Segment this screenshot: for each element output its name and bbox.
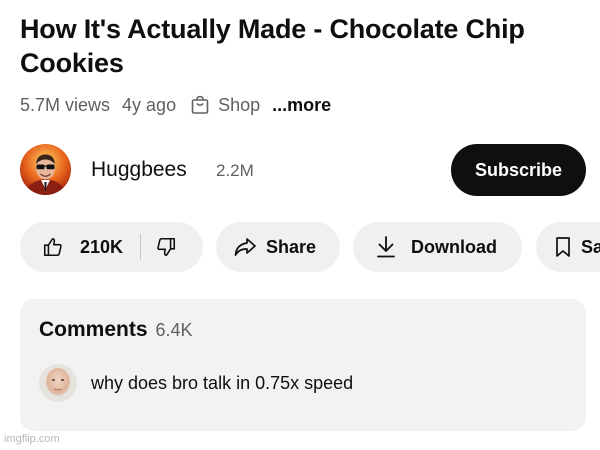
shop-link[interactable]: Shop bbox=[218, 95, 260, 116]
channel-avatar[interactable] bbox=[20, 144, 71, 195]
commenter-avatar[interactable] bbox=[39, 364, 77, 402]
channel-row: Huggbees 2.2M Subscribe bbox=[20, 144, 586, 196]
like-dislike-pill: 210K bbox=[20, 222, 203, 272]
subscriber-count: 2.2M bbox=[216, 161, 254, 180]
share-button[interactable]: Share bbox=[216, 222, 340, 272]
comments-title: Comments bbox=[39, 318, 148, 341]
comments-header: Comments 6.4K bbox=[39, 318, 193, 342]
save-label: Save bbox=[581, 236, 600, 257]
download-button[interactable]: Download bbox=[353, 222, 522, 272]
like-count[interactable]: 210K bbox=[80, 237, 123, 258]
share-arrow-icon bbox=[234, 238, 256, 256]
comments-panel[interactable]: Comments 6.4K why does bro talk in 0.75x… bbox=[20, 299, 586, 431]
share-label: Share bbox=[266, 236, 317, 257]
watermark: imgflip.com bbox=[4, 433, 60, 445]
video-meta: 5.7M views 4y ago Shop ...more bbox=[20, 94, 331, 116]
thumbs-up-icon[interactable] bbox=[42, 236, 64, 258]
bookmark-icon bbox=[556, 237, 570, 257]
action-bar: 210K Share Download Save bbox=[20, 222, 600, 272]
download-icon bbox=[377, 236, 395, 258]
save-button[interactable]: Save bbox=[536, 222, 600, 272]
view-count: 5.7M views bbox=[20, 94, 111, 115]
thumbs-down-icon[interactable] bbox=[155, 236, 177, 258]
more-link[interactable]: ...more bbox=[272, 95, 331, 116]
comment-text: why does bro talk in 0.75x speed bbox=[91, 373, 354, 393]
shopping-bag-icon bbox=[191, 95, 209, 114]
subscribe-button[interactable]: Subscribe bbox=[451, 144, 586, 196]
download-label: Download bbox=[411, 236, 497, 257]
comments-count: 6.4K bbox=[155, 320, 193, 340]
video-title: How It's Actually Made - Chocolate Chip … bbox=[20, 14, 525, 78]
channel-name[interactable]: Huggbees bbox=[91, 158, 187, 182]
upload-age: 4y ago bbox=[122, 94, 177, 115]
like-divider bbox=[140, 234, 142, 260]
